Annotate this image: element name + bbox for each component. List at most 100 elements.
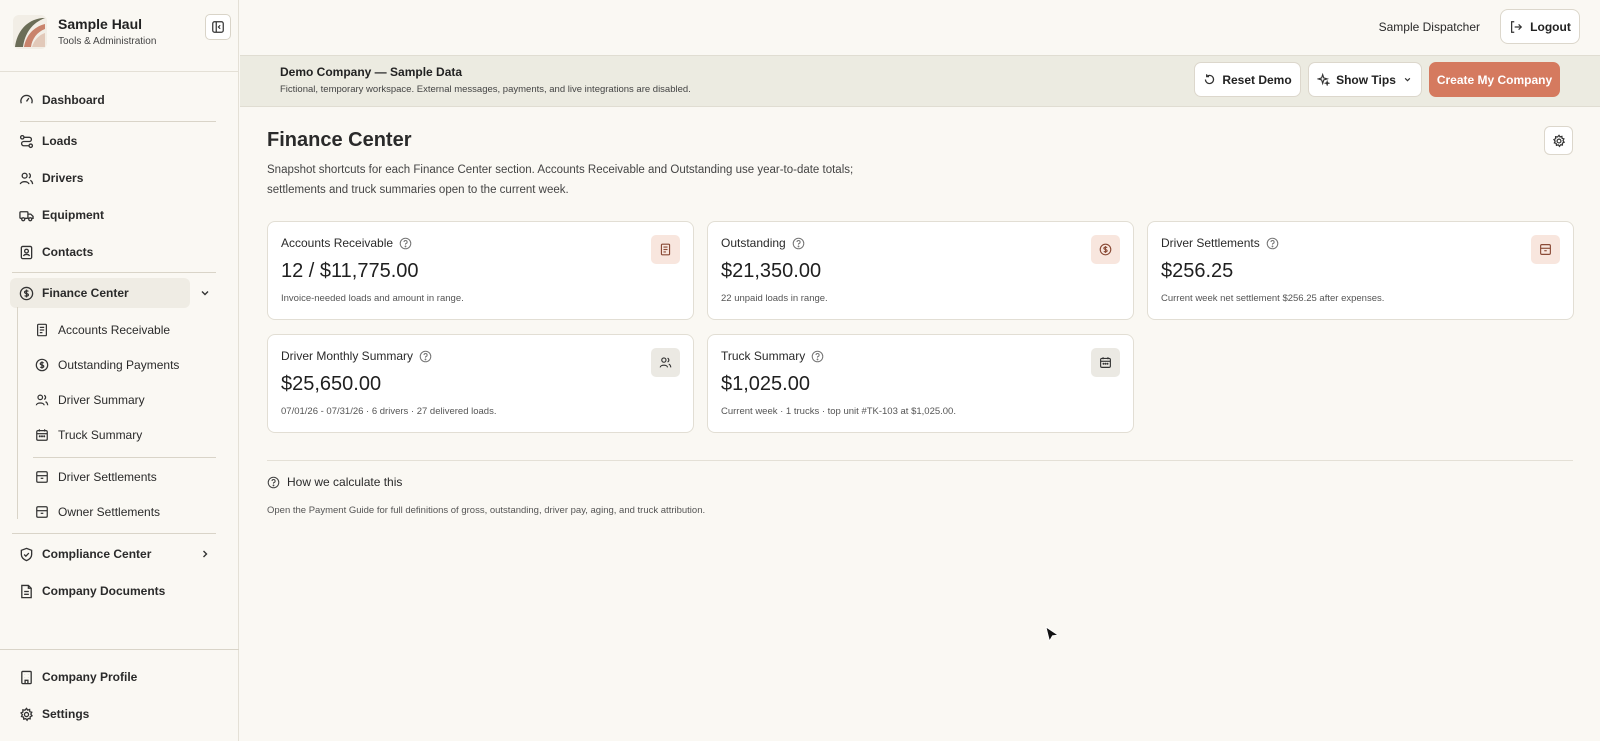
sidebar-item-label: Company Documents [42, 584, 166, 598]
card-badge [1091, 348, 1120, 377]
help-circle-icon[interactable] [811, 350, 824, 363]
card-truck-summary[interactable]: Truck Summary $1,025.00 Current week · 1… [707, 334, 1134, 433]
card-note: Invoice-needed loads and amount in range… [281, 293, 464, 304]
sidebar-subitem-label: Truck Summary [58, 428, 143, 442]
card-value: $25,650.00 [281, 373, 382, 395]
panel-left-icon [212, 21, 224, 33]
card-title-label: Truck Summary [721, 349, 806, 363]
sidebar-item-drivers[interactable]: Drivers [10, 163, 83, 193]
sidebar-item-contacts[interactable]: Contacts [10, 237, 93, 267]
sidebar-subitem-driver-settlements[interactable]: Driver Settlements [27, 463, 157, 491]
card-badge [1531, 235, 1560, 264]
logout-icon [1511, 20, 1523, 33]
archive-icon [36, 506, 48, 518]
sidebar-item-compliance-center[interactable]: Compliance Center [10, 539, 151, 569]
sidebar-item-equipment[interactable]: Equipment [10, 200, 104, 230]
rotate-ccw-icon [1205, 74, 1215, 85]
page-description: Snapshot shortcuts for each Finance Cent… [267, 164, 854, 196]
card-badge [651, 348, 680, 377]
dollar-circle-icon [19, 286, 34, 300]
help-circle-icon[interactable] [419, 350, 432, 363]
card-value: $256.25 [1161, 260, 1234, 282]
sidebar-item-loads[interactable]: Loads [10, 126, 77, 156]
calendar-icon [36, 429, 48, 441]
sidebar-subitem-outstanding-payments[interactable]: Outstanding Payments [27, 351, 179, 379]
sidebar-divider [20, 121, 216, 122]
card-title-label: Driver Settlements [1161, 236, 1260, 250]
gear-icon [1552, 133, 1565, 147]
card-accounts-receivable[interactable]: Accounts Receivable 12 / $11,775.00 Invo… [267, 221, 694, 320]
main-content: Finance Center Snapshot shortcuts for ea… [240, 108, 1600, 741]
how-we-calculate-link[interactable]: How we calculate this [267, 475, 402, 489]
shield-icon [20, 547, 33, 561]
sidebar-subitem-owner-settlements[interactable]: Owner Settlements [27, 498, 160, 526]
sidebar-item-label: Loads [42, 134, 78, 148]
help-circle-icon[interactable] [792, 237, 805, 250]
card-title-label: Driver Monthly Summary [281, 349, 414, 363]
reset-demo-label: Reset Demo [1222, 72, 1292, 87]
sidebar-item-company-profile[interactable]: Company Profile [10, 662, 137, 692]
document-icon [21, 584, 32, 598]
building-icon [21, 670, 32, 684]
calculation-note: Open the Payment Guide for full definiti… [267, 505, 706, 516]
archive-icon [36, 471, 48, 483]
sidebar-divider [12, 272, 216, 273]
section-divider [267, 460, 1573, 461]
sidebar-item-label: Equipment [42, 208, 104, 222]
sidebar-subitem-driver-summary[interactable]: Driver Summary [27, 386, 145, 414]
gauge-icon [20, 94, 33, 104]
archive-icon [1540, 244, 1551, 255]
dollar-circle-icon [1099, 243, 1112, 256]
logout-button[interactable]: Logout [1500, 9, 1580, 44]
card-driver-settlements[interactable]: Driver Settlements $256.25 Current week … [1147, 221, 1574, 320]
sparkles-icon [1317, 73, 1331, 86]
chevron-down-icon[interactable] [198, 286, 212, 300]
dollar-circle-icon [35, 358, 49, 372]
route-icon [19, 134, 34, 148]
card-value: $1,025.00 [721, 373, 810, 395]
demo-banner-title: Demo Company — Sample Data [280, 65, 463, 79]
card-driver-monthly-summary[interactable]: Driver Monthly Summary $25,650.00 07/01/… [267, 334, 694, 433]
page-settings-button[interactable] [1544, 126, 1573, 155]
card-note: Current week · 1 trucks · top unit #TK-1… [721, 406, 956, 417]
help-circle-icon[interactable] [399, 237, 412, 250]
sidebar-subitem-label: Driver Summary [58, 393, 145, 407]
sidebar-item-company-documents[interactable]: Company Documents [10, 576, 165, 606]
show-tips-label: Show Tips [1336, 72, 1396, 87]
sidebar-divider [12, 533, 216, 534]
brand-subtitle: Tools & Administration [58, 36, 157, 47]
create-my-company-button[interactable]: Create My Company [1429, 62, 1560, 97]
sidebar-item-label: Dashboard [42, 93, 105, 107]
card-badge [651, 235, 680, 264]
sidebar-item-label: Settings [42, 707, 90, 721]
receipt-icon [37, 323, 47, 337]
sidebar-subitem-truck-summary[interactable]: Truck Summary [27, 421, 142, 449]
brand-name: Sample Haul [58, 16, 143, 32]
calendar-icon [1100, 357, 1111, 368]
receipt-icon [660, 243, 671, 256]
chevron-right-icon[interactable] [198, 547, 212, 561]
create-my-company-label: Create My Company [1436, 72, 1553, 87]
sidebar-item-label: Company Profile [42, 670, 138, 684]
sidebar-item-dashboard[interactable]: Dashboard [10, 85, 105, 115]
sidebar-subitem-accounts-receivable[interactable]: Accounts Receivable [27, 316, 170, 344]
card-value: $21,350.00 [721, 260, 822, 282]
help-circle-icon[interactable] [1266, 237, 1279, 250]
sidebar-item-settings[interactable]: Settings [10, 699, 89, 729]
card-title: Driver Monthly Summary [281, 349, 432, 363]
topbar: Sample Dispatcher Logout [240, 0, 1600, 54]
sidebar-item-finance-center[interactable]: Finance Center [10, 278, 190, 308]
demo-banner-description: Fictional, temporary workspace. External… [280, 84, 691, 95]
card-title: Accounts Receivable [281, 236, 412, 250]
users-icon [19, 172, 34, 184]
chevron-down-icon [1404, 77, 1411, 82]
show-tips-button[interactable]: Show Tips [1308, 62, 1422, 97]
card-title: Outstanding [721, 236, 805, 250]
gear-icon [20, 706, 34, 721]
reset-demo-button[interactable]: Reset Demo [1194, 62, 1301, 97]
card-note: 07/01/26 - 07/31/26 · 6 drivers · 27 del… [281, 406, 497, 417]
sidebar-collapse-button[interactable] [205, 14, 231, 40]
card-outstanding[interactable]: Outstanding $21,350.00 22 unpaid loads i… [707, 221, 1134, 320]
card-note: 22 unpaid loads in range. [721, 293, 828, 304]
sidebar-subitem-label: Owner Settlements [58, 505, 161, 519]
